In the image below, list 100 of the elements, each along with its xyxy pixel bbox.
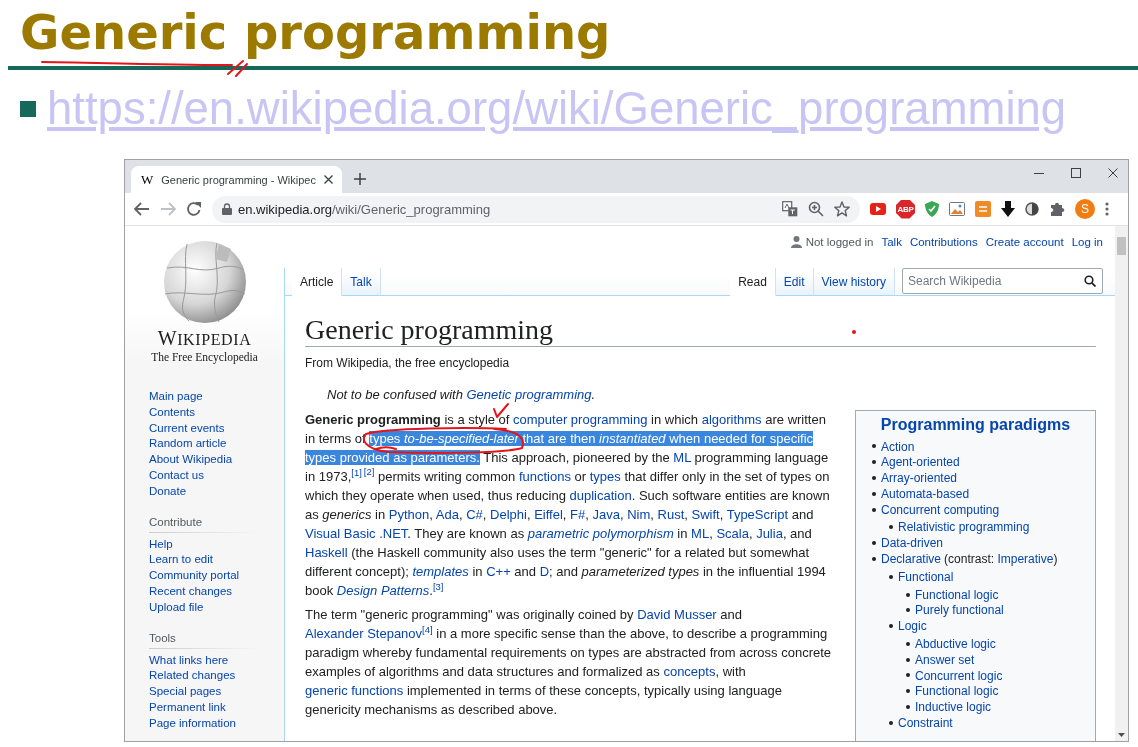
footnote-link[interactable]: [4]	[422, 623, 433, 635]
tile-icon[interactable]	[975, 201, 991, 217]
account-link[interactable]: Talk	[881, 234, 902, 250]
list-link[interactable]: Purely functional	[915, 603, 1004, 618]
list-link[interactable]: Functional	[898, 569, 954, 584]
text-link[interactable]: parametric polymorphism	[527, 525, 674, 541]
text-link[interactable]: Eiffel	[534, 506, 563, 522]
sidebar-link[interactable]: Upload file	[149, 599, 204, 616]
reload-icon[interactable]	[186, 201, 202, 217]
close-icon[interactable]	[1108, 168, 1118, 178]
page-tab[interactable]: View history	[813, 268, 895, 296]
sidebar-link[interactable]: Contact us	[149, 468, 204, 484]
address-bar[interactable]: en.wikipedia.org/wiki/Generic_programming	[212, 195, 860, 223]
down-arrow-icon[interactable]	[1001, 201, 1015, 217]
list-link[interactable]: Functional logic	[915, 587, 999, 602]
menu-icon[interactable]	[1105, 202, 1109, 216]
shield-icon[interactable]	[925, 201, 939, 217]
page-tab[interactable]: Article	[292, 268, 343, 296]
picture-icon[interactable]	[949, 202, 965, 216]
sidebar-link[interactable]: Donate	[149, 483, 187, 500]
sidebar-link[interactable]: Related changes	[149, 668, 236, 685]
star-icon[interactable]	[834, 201, 850, 217]
account-link[interactable]: Create account	[985, 234, 1064, 250]
sidebar-link[interactable]: Help	[149, 536, 173, 553]
text-link[interactable]: Visual Basic .NET	[305, 525, 408, 541]
text-link[interactable]: Julia	[756, 525, 783, 541]
footnote-link[interactable]: [2]	[363, 466, 375, 478]
list-link[interactable]: Action	[881, 439, 915, 454]
list-link[interactable]: Abductive logic	[915, 637, 996, 652]
text-link[interactable]: Scala	[716, 525, 749, 541]
text-link[interactable]: duplication	[569, 487, 632, 503]
text-link[interactable]: Swift	[691, 506, 720, 522]
list-link[interactable]: Automata-based	[881, 486, 970, 501]
sidebar-link[interactable]: Special pages	[149, 684, 222, 700]
text-link[interactable]: C++	[486, 563, 511, 579]
page-tab[interactable]: Edit	[775, 268, 814, 296]
text-link[interactable]: Haskell	[305, 544, 348, 560]
list-link[interactable]: Relativistic programming	[898, 520, 1030, 535]
play-button-icon[interactable]	[870, 203, 886, 215]
list-link[interactable]: Answer set	[915, 652, 975, 667]
list-link[interactable]: Data-driven	[881, 536, 944, 551]
bullet-icon	[906, 657, 910, 662]
footnote-link[interactable]: [3]	[432, 580, 444, 592]
text-link[interactable]: TypeScript	[726, 506, 789, 522]
sidebar-link[interactable]: Learn to edit	[149, 552, 213, 569]
circle-icon[interactable]	[1025, 202, 1039, 216]
logo-tagline: The Free Encyclopedia	[151, 350, 258, 365]
maximize-icon[interactable]	[1071, 168, 1081, 178]
text-link[interactable]: Java	[592, 506, 620, 522]
list-link[interactable]: Array-oriented	[881, 471, 958, 486]
back-arrow-icon[interactable]	[134, 202, 150, 216]
list-link[interactable]: Inductive logic	[915, 700, 992, 715]
page-tab[interactable]: Talk	[342, 268, 381, 296]
text-link[interactable]: functions	[518, 468, 571, 484]
sidebar-link[interactable]: Current events	[149, 420, 225, 437]
text-link[interactable]: types	[589, 468, 621, 484]
scrollbar-thumb[interactable]	[1117, 237, 1126, 255]
text-link[interactable]: templates	[412, 563, 469, 579]
text-link[interactable]: Ada	[435, 506, 459, 522]
sidebar-link[interactable]: Page information	[149, 715, 236, 732]
scroll-down-arrow-icon[interactable]	[1118, 733, 1125, 737]
search-field[interactable]: Search Wikipedia	[902, 268, 1103, 294]
translate-icon[interactable]	[782, 201, 798, 217]
list-link[interactable]: Logic	[898, 619, 927, 634]
highlighted-text: types provided as parameters.	[305, 449, 480, 465]
browser-tab[interactable]: W Generic programming - Wikipec	[131, 166, 342, 193]
zoom-icon[interactable]	[808, 201, 824, 217]
account-link[interactable]: Contributions	[909, 234, 978, 250]
list-link[interactable]: Constraint	[898, 716, 953, 731]
page-tab[interactable]: Read	[730, 268, 776, 296]
sidebar-link[interactable]: Random article	[149, 436, 227, 453]
text-link[interactable]: algorithms	[701, 411, 762, 427]
sidebar-link[interactable]: Permanent link	[149, 699, 226, 716]
close-icon[interactable]	[323, 175, 333, 184]
text-link[interactable]: C#	[466, 506, 483, 522]
sidebar-link[interactable]: What links here	[149, 652, 229, 669]
footnote-link[interactable]: [1]	[351, 466, 362, 478]
plus-icon[interactable]	[353, 173, 366, 185]
sidebar-link[interactable]: Main page	[149, 389, 203, 405]
text-link[interactable]: David Musser	[637, 606, 717, 622]
sidebar-link[interactable]: Recent changes	[149, 583, 233, 600]
list-link[interactable]: Concurrent computing	[881, 502, 1000, 517]
text-link[interactable]: computer programming	[513, 411, 648, 427]
text-link[interactable]: Delphi	[490, 506, 527, 522]
text-link[interactable]: generic functions	[305, 682, 404, 698]
search-icon[interactable]	[1084, 275, 1096, 287]
list-link[interactable]: Concurrent logic	[915, 668, 1003, 683]
text-link[interactable]: ML	[673, 449, 691, 465]
puzzle-icon[interactable]	[1049, 201, 1065, 217]
octagon-extension-button[interactable]: ABP	[896, 199, 915, 219]
bullet-icon	[906, 592, 910, 597]
sidebar-link[interactable]: About Wikipedia	[149, 452, 233, 468]
list-link[interactable]: Declarative	[881, 552, 942, 567]
sidebar-link[interactable]: Community portal	[149, 568, 240, 584]
list-link[interactable]: Agent-oriented	[881, 455, 960, 470]
account-link[interactable]: Log in	[1071, 234, 1103, 250]
sidebar-link[interactable]: Contents	[149, 404, 196, 421]
list-link[interactable]: Functional logic	[915, 684, 999, 699]
text-link[interactable]: Imperative	[997, 552, 1054, 567]
infobox-title-link[interactable]: Programming paradigms	[856, 413, 1095, 436]
